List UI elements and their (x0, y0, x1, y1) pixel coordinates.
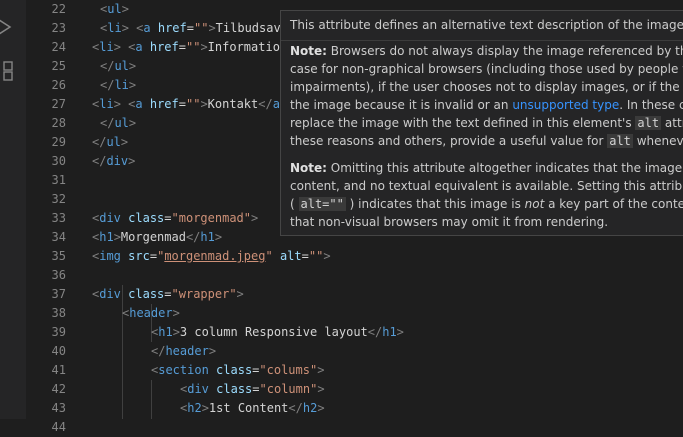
unsupported-type-link[interactable]: unsupported type (512, 98, 619, 112)
line-number: 34 (51, 230, 66, 244)
extensions-icon[interactable] (0, 58, 26, 84)
line-number: 27 (51, 97, 66, 111)
line-number: 44 (51, 420, 66, 434)
tooltip-divider (281, 40, 683, 41)
line-number: 26 (51, 78, 66, 92)
line-number: 37 (51, 287, 66, 301)
tooltip-note-line: content, and no textual equivalent is av… (290, 179, 683, 193)
line-number: 29 (51, 135, 66, 149)
code-line[interactable]: <header> (122, 304, 180, 323)
line-number: 39 (51, 325, 66, 339)
code-line[interactable]: </ul> (100, 114, 136, 133)
code-line[interactable]: <h2>1st Content</h2> (180, 399, 325, 418)
code-line[interactable]: <li> <a href="">Informatio (92, 38, 280, 57)
code-line[interactable]: <img src="morgenmad.jpeg" alt=""> (92, 247, 331, 266)
code-line[interactable]: <section class="colums"> (151, 361, 324, 380)
tooltip-note-line: case for non-graphical browsers (includi… (290, 62, 683, 76)
code-line[interactable]: <div class="morgenmad"> (92, 209, 258, 228)
code-line[interactable]: <h1>3 column Responsive layout</h1> (151, 323, 404, 342)
code-line[interactable]: <div class="column"> (180, 380, 325, 399)
code-line[interactable]: <ul> (100, 0, 129, 19)
code-line[interactable]: <div class="wrapper"> (92, 285, 244, 304)
tooltip-note-line: that non-visual browsers may omit it fro… (290, 215, 609, 229)
line-number: 23 (51, 21, 66, 35)
code-line[interactable]: </ul> (100, 57, 136, 76)
tooltip-note-line: ( alt="" ) indicates that this image is … (290, 197, 683, 211)
line-number: 41 (51, 363, 66, 377)
line-number: 43 (51, 401, 66, 415)
code-line[interactable]: </ul> (92, 133, 128, 152)
hover-documentation-tooltip: This attribute defines an alternative te… (280, 10, 683, 236)
line-number: 28 (51, 116, 66, 130)
line-number: 31 (51, 173, 66, 187)
line-number: 33 (51, 211, 66, 225)
line-number: 25 (51, 59, 66, 73)
tooltip-note-line: Note: Omitting this attribute altogether… (290, 161, 683, 175)
code-line[interactable]: <li> <a href="">Kontakt</a (92, 95, 280, 114)
code-line[interactable]: <li> <a href="">Tilbudsav (100, 19, 281, 38)
line-number: 30 (51, 154, 66, 168)
line-number-gutter: 22 23 24 25 26 27 28 29 30 31 32 33 34 3… (26, 0, 74, 434)
code-line[interactable]: <h1>Morgenmad</h1> (92, 228, 222, 247)
tooltip-note-line: these reasons and others, provide a usef… (290, 134, 683, 148)
tooltip-note-line: Note: Browsers do not always display the… (290, 44, 683, 58)
line-number: 24 (51, 40, 66, 54)
code-line[interactable]: </div> (92, 152, 135, 171)
line-number: 40 (51, 344, 66, 358)
line-number: 38 (51, 306, 66, 320)
run-debug-icon[interactable] (0, 14, 18, 40)
line-number: 35 (51, 249, 66, 263)
tooltip-summary: This attribute defines an alternative te… (290, 18, 683, 32)
activity-bar (0, 0, 26, 419)
line-number: 36 (51, 268, 66, 282)
code-line[interactable]: </header> (151, 342, 216, 361)
tooltip-note-line: replace the image with the text defined … (290, 116, 683, 130)
tooltip-note-line: the image because it is invalid or an un… (290, 98, 683, 112)
line-number: 22 (51, 2, 66, 16)
line-number: 32 (51, 192, 66, 206)
tooltip-note-line: impairments), if the user chooses not to… (290, 80, 683, 94)
line-number: 42 (51, 382, 66, 396)
code-line[interactable]: </li> (100, 76, 136, 95)
